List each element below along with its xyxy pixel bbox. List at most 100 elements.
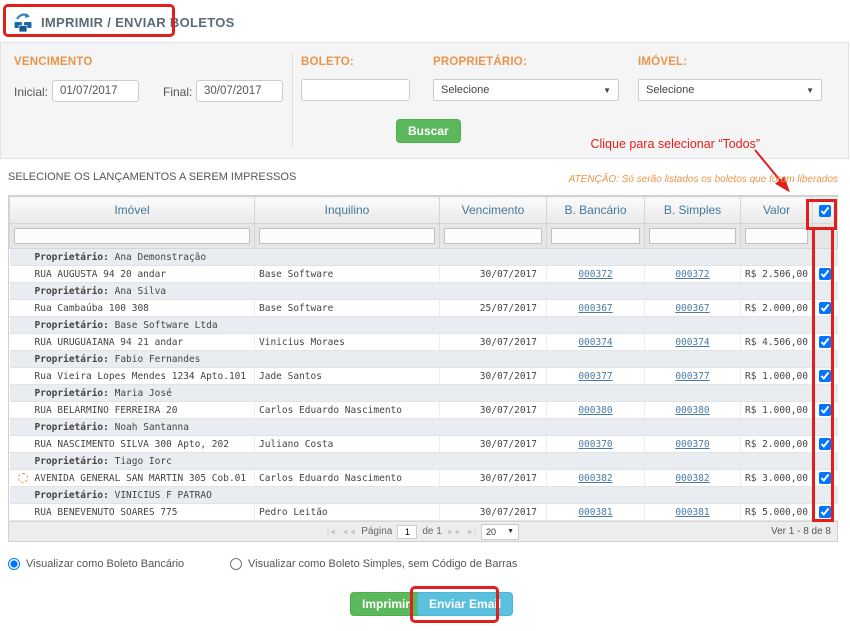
column-header-b-simples[interactable]: B. Simples (645, 197, 741, 224)
boleto-simples-link[interactable]: 000372 (675, 269, 709, 280)
cell-inquilino: Vinicius Moraes (255, 334, 440, 351)
cell-valor: R$ 5.000,00 (741, 504, 813, 521)
enviar-email-button[interactable]: Enviar Email (417, 592, 513, 616)
group-row: Proprietário: Maria José (10, 385, 838, 402)
cell-imovel: Rua Vieira Lopes Mendes 1234 Apto.101 (10, 368, 255, 385)
pager-page-size-select[interactable]: 20 ▼ (481, 524, 519, 540)
boleto-bancario-link[interactable]: 000370 (578, 439, 612, 450)
table-row[interactable]: RUA URUGUAIANA 94 21 andar Vinicius Mora… (10, 334, 838, 351)
boleto-input[interactable] (301, 79, 410, 101)
imprimir-button[interactable]: Imprimir (350, 592, 422, 616)
boleto-simples-radio[interactable] (230, 558, 242, 570)
group-row: Proprietário: VINICIUS F PATRAO (10, 487, 838, 504)
boleto-simples-link[interactable]: 000382 (675, 473, 709, 484)
pager-prev-button[interactable]: ◄◄ (341, 527, 356, 536)
table-row[interactable]: Rua Cambaúba 100 308 Base Software 25/07… (10, 300, 838, 317)
filter-inquilino-input[interactable] (259, 228, 435, 244)
group-row: Proprietário: Noah Santanna (10, 419, 838, 436)
cell-vencimento: 30/07/2017 (440, 504, 547, 521)
row-checkbox[interactable] (819, 506, 831, 518)
group-name: VINICIUS F PATRAO (115, 490, 212, 501)
column-header-valor[interactable]: Valor (741, 197, 813, 224)
cell-imovel: RUA URUGUAIANA 94 21 andar (10, 334, 255, 351)
boleto-bancario-link[interactable]: 000381 (578, 507, 612, 518)
cell-inquilino: Carlos Eduardo Nascimento (255, 470, 440, 487)
cell-inquilino: Base Software (255, 266, 440, 283)
filter-valor-input[interactable] (745, 228, 808, 244)
cell-vencimento: 30/07/2017 (440, 266, 547, 283)
cell-valor: R$ 2.000,00 (741, 300, 813, 317)
table-row[interactable]: RUA NASCIMENTO SILVA 300 Apto, 202 Julia… (10, 436, 838, 453)
grid-warning: ATENÇÃO: Só serão listados os boletos qu… (440, 174, 838, 185)
boleto-simples-link[interactable]: 000374 (675, 337, 709, 348)
group-row: Proprietário: Fabio Fernandes (10, 351, 838, 368)
boleto-bancario-link[interactable]: 000380 (578, 405, 612, 416)
table-row[interactable]: RUA BENEVENUTO SOARES 775 Pedro Leitão 3… (10, 504, 838, 521)
data-final-input[interactable] (196, 80, 283, 102)
table-row[interactable]: RUA AUGUSTA 94 20 andar Base Software 30… (10, 266, 838, 283)
boleto-simples-link[interactable]: 000377 (675, 371, 709, 382)
pager-next-button[interactable]: ►► (447, 527, 462, 536)
proprietario-select[interactable]: Selecione ▼ (433, 79, 619, 101)
chevron-down-icon: ▼ (603, 86, 611, 95)
chevron-down-icon: ▼ (507, 528, 514, 535)
row-checkbox[interactable] (819, 438, 831, 450)
pager-first-button[interactable]: |◄ (327, 527, 336, 536)
row-checkbox[interactable] (819, 370, 831, 382)
boleto-simples-link[interactable]: 000380 (675, 405, 709, 416)
row-checkbox[interactable] (819, 336, 831, 348)
cell-valor: R$ 2.000,00 (741, 436, 813, 453)
table-row[interactable]: Rua Vieira Lopes Mendes 1234 Apto.101 Ja… (10, 368, 838, 385)
column-header-vencimento[interactable]: Vencimento (440, 197, 547, 224)
cell-vencimento: 30/07/2017 (440, 368, 547, 385)
column-header-imovel[interactable]: Imóvel (10, 197, 255, 224)
boleto-simples-link[interactable]: 000367 (675, 303, 709, 314)
filter-b-bancario-input[interactable] (551, 228, 640, 244)
filter-b-simples-input[interactable] (649, 228, 736, 244)
cell-inquilino: Juliano Costa (255, 436, 440, 453)
boleto-bancario-link[interactable]: 000377 (578, 371, 612, 382)
table-row[interactable]: AVENIDA GENERAL SAN MARTIN 305 Cob.01 Ca… (10, 470, 838, 487)
pending-circle-icon (18, 473, 28, 483)
select-all-checkbox[interactable] (819, 205, 831, 217)
column-header-inquilino[interactable]: Inquilino (255, 197, 440, 224)
pager-page-input[interactable] (397, 525, 417, 539)
filter-vencimento-input[interactable] (444, 228, 542, 244)
cell-vencimento: 30/07/2017 (440, 470, 547, 487)
group-name: Base Software Ltda (115, 320, 218, 331)
cell-imovel: RUA BELARMINO FERREIRA 20 (10, 402, 255, 419)
row-checkbox[interactable] (819, 268, 831, 280)
pager-page-label: Página (361, 526, 392, 537)
pager-last-button[interactable]: ►| (467, 527, 476, 536)
group-name: Fabio Fernandes (115, 354, 201, 365)
boleto-simples-link[interactable]: 000370 (675, 439, 709, 450)
proprietario-label: PROPRIETÁRIO: (433, 56, 527, 68)
row-checkbox[interactable] (819, 472, 831, 484)
vencimento-label: VENCIMENTO (14, 56, 92, 68)
boleto-bancario-link[interactable]: 000372 (578, 269, 612, 280)
imovel-select[interactable]: Selecione ▼ (638, 79, 822, 101)
row-checkbox[interactable] (819, 302, 831, 314)
group-row: Proprietário: Base Software Ltda (10, 317, 838, 334)
boleto-simples-link[interactable]: 000381 (675, 507, 709, 518)
group-label: Proprietário: (35, 490, 109, 501)
cell-imovel: RUA NASCIMENTO SILVA 300 Apto, 202 (10, 436, 255, 453)
data-inicial-input[interactable] (52, 80, 139, 102)
boleto-bancario-link[interactable]: 000382 (578, 473, 612, 484)
buscar-button[interactable]: Buscar (396, 119, 461, 143)
proprietario-selected-value: Selecione (441, 84, 489, 96)
boleto-label: BOLETO: (301, 56, 354, 68)
group-row: Proprietário: Ana Demonstração (10, 249, 838, 266)
table-row[interactable]: RUA BELARMINO FERREIRA 20 Carlos Eduardo… (10, 402, 838, 419)
row-checkbox[interactable] (819, 404, 831, 416)
cell-valor: R$ 1.000,00 (741, 368, 813, 385)
boleto-bancario-link[interactable]: 000374 (578, 337, 612, 348)
boleto-bancario-radio[interactable] (8, 558, 20, 570)
imovel-label: IMÓVEL: (638, 56, 687, 68)
boleto-bancario-link[interactable]: 000367 (578, 303, 612, 314)
group-label: Proprietário: (35, 252, 109, 263)
column-header-b-bancario[interactable]: B. Bancário (547, 197, 645, 224)
group-name: Ana Silva (115, 286, 166, 297)
group-label: Proprietário: (35, 456, 109, 467)
filter-imovel-input[interactable] (14, 228, 250, 244)
